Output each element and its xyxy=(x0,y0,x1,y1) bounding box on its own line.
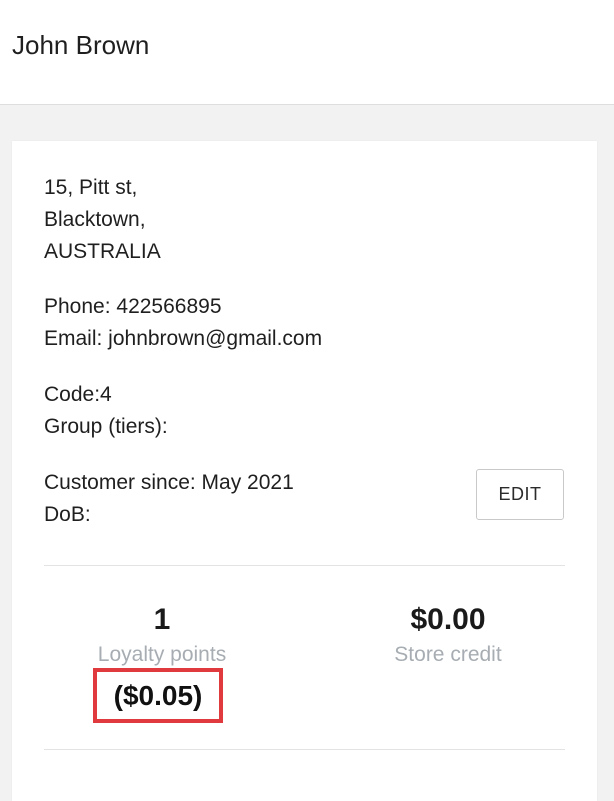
customer-address: 15, Pitt st, Blacktown, AUSTRALIA xyxy=(44,172,161,268)
loyalty-points-money-value: ($0.05) xyxy=(113,679,203,711)
store-credit-stat: $0.00 Store credit xyxy=(318,600,578,670)
store-credit-label: Store credit xyxy=(394,643,502,666)
customer-email: Email: johnbrown@gmail.com xyxy=(44,327,323,350)
loyalty-points-stat: 1 Loyalty points xyxy=(32,600,292,670)
customer-dates: Customer since: May 2021 DoB: xyxy=(44,467,294,531)
customer-phone: Phone: 422566895 xyxy=(44,295,222,318)
loyalty-points-value: 1 xyxy=(153,603,171,636)
page-header: John Brown xyxy=(0,0,614,105)
store-credit-value: $0.00 xyxy=(410,603,486,636)
address-line-1: 15, Pitt st, xyxy=(44,176,138,199)
loyalty-points-label: Loyalty points xyxy=(97,643,227,666)
customer-codes: Code:4 Group (tiers): xyxy=(44,379,168,443)
customer-name-title: John Brown xyxy=(12,30,150,60)
loyalty-money-highlight: ($0.05) xyxy=(93,668,223,723)
customer-contact: Phone: 422566895 Email: johnbrown@gmail.… xyxy=(44,291,322,355)
section-divider-bottom xyxy=(44,749,565,750)
edit-button[interactable]: EDIT xyxy=(476,469,564,520)
address-line-2: Blacktown, xyxy=(44,208,146,231)
customer-code: Code:4 xyxy=(44,383,112,406)
section-divider xyxy=(44,565,565,566)
address-line-3: AUSTRALIA xyxy=(44,240,161,263)
customer-details-card: 15, Pitt st, Blacktown, AUSTRALIA Phone:… xyxy=(12,141,597,801)
customer-since: Customer since: May 2021 xyxy=(44,471,294,494)
customer-dob: DoB: xyxy=(44,503,91,526)
customer-group: Group (tiers): xyxy=(44,415,168,438)
